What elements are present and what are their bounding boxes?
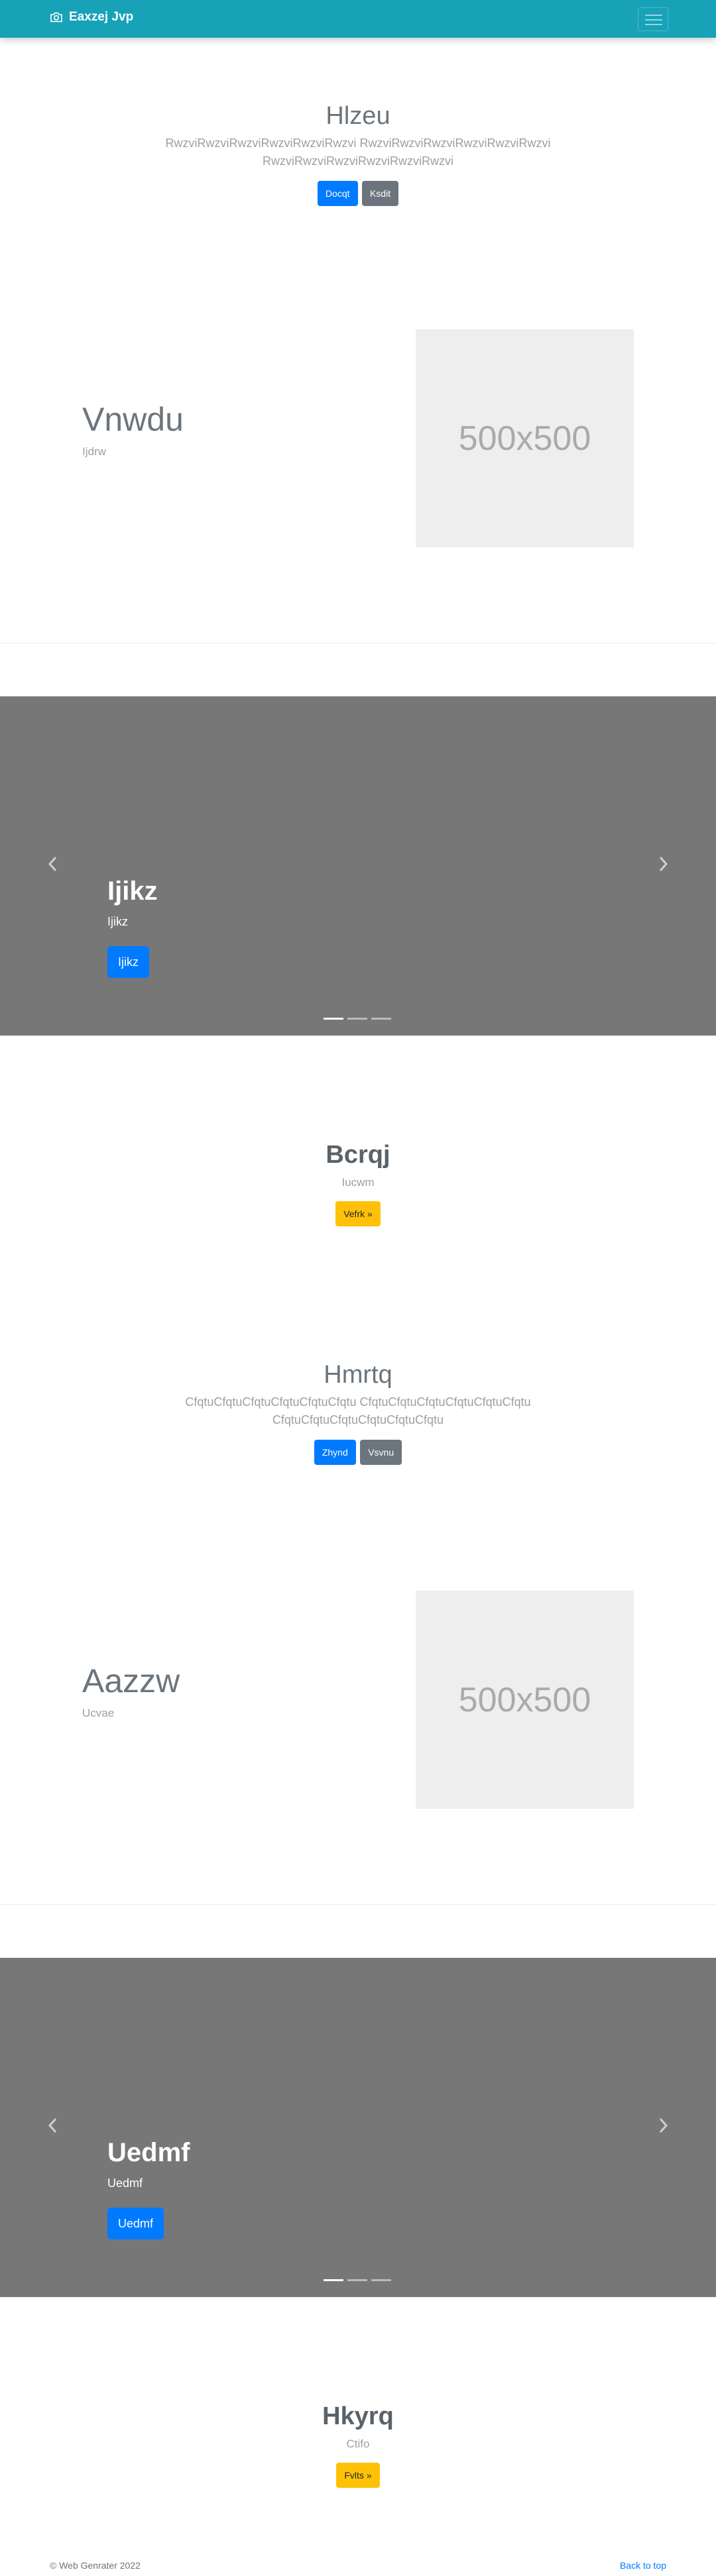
jumbotron-title: Hlzeu [326, 102, 390, 130]
carousel-caption-text: Ijikz [107, 915, 128, 928]
carousel-indicators [324, 1018, 391, 1020]
carousel-1: Ijikz Ijikz Ijikz [0, 696, 716, 1036]
callout-2: Hkyrq Ctifo Fvlts » [0, 2402, 716, 2488]
carousel-indicator[interactable] [371, 1018, 391, 1020]
navbar: Eaxzej Jvp [0, 0, 716, 38]
carousel-indicators [324, 2279, 391, 2281]
jumbotron-1: Hlzeu RwzviRwzviRwzviRwzviRwzviRwzvi Rwz… [0, 102, 716, 206]
carousel-caption-button[interactable]: Uedmf [107, 2208, 164, 2239]
callout-button[interactable]: Fvlts » [336, 2463, 380, 2488]
callout-subtitle: Iucwm [341, 1176, 375, 1189]
callout-button[interactable]: Vefrk » [335, 1201, 381, 1226]
jumbotron-2: Hmrtq CfqtuCfqtuCfqtuCfqtuCfqtuCfqtu Cfq… [0, 1361, 716, 1465]
feature-subtitle: Ucvae [82, 1707, 115, 1719]
carousel-indicator[interactable] [347, 2279, 367, 2281]
carousel-prev-icon[interactable] [46, 855, 60, 873]
callout-subtitle: Ctifo [346, 2438, 370, 2450]
feature-subtitle: Ijdrw [82, 445, 106, 458]
secondary-button[interactable]: Vsvnu [360, 1440, 402, 1465]
carousel-next-icon[interactable] [656, 2117, 670, 2134]
jumbotron-lead-1: CfqtuCfqtuCfqtuCfqtuCfqtuCfqtu CfqtuCfqt… [185, 1395, 531, 1409]
carousel-caption-title: Uedmf [107, 2138, 190, 2167]
back-to-top-link[interactable]: Back to top [620, 2560, 666, 2571]
divider [0, 1904, 716, 1905]
carousel-indicator[interactable] [324, 2279, 343, 2281]
carousel-indicator[interactable] [347, 1018, 367, 1020]
placeholder-label: 500x500 [458, 1680, 591, 1719]
footer-copyright: © Web Genrater 2022 [50, 2560, 141, 2571]
jumbotron-title: Hmrtq [324, 1361, 392, 1389]
callout-title: Bcrqj [326, 1141, 390, 1169]
carousel-prev-icon[interactable] [46, 2117, 60, 2134]
callout-title: Hkyrq [322, 2402, 394, 2430]
hamburger-icon [645, 15, 662, 16]
carousel-caption-text: Uedmf [107, 2176, 143, 2190]
primary-button[interactable]: Docqt [317, 181, 358, 206]
carousel-next-icon[interactable] [656, 855, 670, 873]
carousel-caption-button[interactable]: Ijikz [107, 946, 149, 978]
secondary-button[interactable]: Ksdit [361, 181, 399, 206]
camera-icon [50, 12, 62, 23]
feature-title: Aazzw [82, 1662, 180, 1699]
brand-link[interactable]: Eaxzej Jvp [50, 10, 133, 25]
carousel-caption-title: Ijikz [107, 877, 158, 906]
placeholder-image: 500x500 [416, 329, 634, 547]
jumbotron-lead-2: CfqtuCfqtuCfqtuCfqtuCfqtuCfqtu [272, 1413, 444, 1426]
placeholder-image: 500x500 [416, 1591, 634, 1809]
carousel-indicator[interactable] [324, 1018, 343, 1020]
feature-title: Vnwdu [82, 401, 184, 438]
carousel-indicator[interactable] [371, 2279, 391, 2281]
menu-toggle-button[interactable] [638, 7, 668, 31]
carousel-2: Uedmf Uedmf Uedmf [0, 1958, 716, 2297]
brand-name: Eaxzej Jvp [69, 10, 134, 24]
placeholder-label: 500x500 [458, 419, 591, 458]
jumbotron-lead-1: RwzviRwzviRwzviRwzviRwzviRwzvi RwzviRwzv… [165, 136, 551, 150]
callout-1: Bcrqj Iucwm Vefrk » [0, 1141, 716, 1226]
primary-button[interactable]: Zhynd [314, 1440, 356, 1465]
jumbotron-lead-2: RwzviRwzviRwzviRwzviRwzviRwzvi [263, 154, 453, 168]
